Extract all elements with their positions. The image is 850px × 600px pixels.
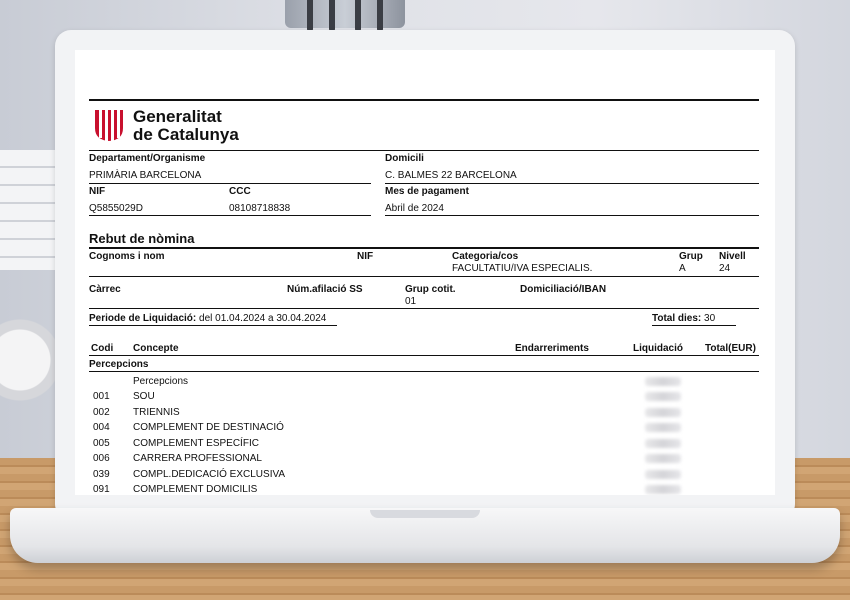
- laptop-screen: Generalitat de Catalunya Departament/Org…: [75, 50, 775, 495]
- redacted-amount: [645, 392, 681, 401]
- rebut-title: Rebut de nòmina: [89, 231, 195, 246]
- rule: [89, 247, 759, 249]
- logo-line-1: Generalitat: [133, 107, 222, 126]
- redacted-amount: [645, 407, 681, 417]
- laptop-notch: [370, 510, 480, 518]
- row-concept: SOU: [133, 391, 155, 402]
- rule: [89, 371, 759, 372]
- periode-row: Periode de Liquidació: del 01.04.2024 a …: [89, 313, 326, 324]
- rule: [89, 215, 371, 216]
- grup-label: Grup: [679, 251, 703, 262]
- subsection-percepcions: Percepcions: [133, 376, 189, 387]
- section-percepcions: Percepcions: [89, 359, 149, 370]
- logo-line-2: de Catalunya: [133, 125, 239, 144]
- dept-label: Departament/Organisme: [89, 153, 206, 164]
- keyboard: [0, 150, 60, 270]
- redacted-amount: [645, 423, 681, 432]
- ccc-value: 08108718838: [229, 203, 291, 214]
- redacted-amount: [645, 438, 681, 448]
- periode-label: Periode de Liquidació:: [89, 313, 197, 324]
- nif-value: Q5855029D: [89, 203, 143, 214]
- categoria-value: FACULTATIU/IVA ESPECIALIS.: [452, 263, 593, 274]
- rule: [385, 183, 759, 184]
- nif-col-label: NIF: [357, 251, 374, 262]
- col-header-codi: Codi: [91, 343, 114, 354]
- row-concept: TRIENNIS: [133, 406, 180, 418]
- redacted-amount: [645, 485, 681, 494]
- domicili-value: C. BALMES 22 BARCELONA: [385, 170, 517, 181]
- afiliacio-label: Núm.afilació SS: [287, 284, 363, 295]
- row-concept: COMPLEMENT DE DESTINACIÓ: [133, 422, 284, 433]
- redacted-amount: [645, 377, 681, 386]
- row-code: 091: [93, 484, 110, 495]
- domicili-label: Domicili: [385, 153, 424, 164]
- total-dies-label: Total dies:: [652, 313, 702, 324]
- pencil: [329, 0, 335, 32]
- grup-cotit-value: 01: [405, 296, 417, 307]
- rule: [385, 215, 759, 216]
- total-dies-value: 30: [704, 313, 716, 324]
- periode-value: del 01.04.2024 a 30.04.2024: [199, 313, 327, 324]
- row-code: 005: [93, 437, 110, 449]
- row-code: 039: [93, 468, 110, 480]
- dept-value: PRIMÀRIA BARCELONA: [89, 170, 202, 181]
- col-header-endarreriments: Endarreriments: [515, 343, 589, 354]
- row-code: 001: [93, 391, 110, 402]
- row-concept: CARRERA PROFESSIONAL: [133, 453, 262, 464]
- generalitat-logo-icon: [95, 110, 123, 141]
- top-rule: [89, 99, 759, 101]
- grup-cotit-label: Grup cotit.: [405, 284, 456, 295]
- cognoms-label: Cognoms i nom: [89, 251, 165, 262]
- row-code: 002: [93, 406, 110, 418]
- categoria-label: Categoria/cos: [452, 251, 519, 262]
- grup-value: A: [679, 263, 686, 274]
- header-rule: [89, 150, 759, 151]
- row-concept: COMPL.DEDICACIÓ EXCLUSIVA: [133, 468, 286, 480]
- redacted-amount: [645, 454, 681, 463]
- mes-label: Mes de pagament: [385, 186, 469, 197]
- row-code: 004: [93, 422, 110, 433]
- rule: [89, 308, 759, 309]
- mes-value: Abril de 2024: [385, 203, 444, 214]
- rule: [89, 355, 759, 356]
- rule: [89, 325, 337, 326]
- nivell-label: Nivell: [719, 251, 746, 262]
- row-concept: COMPLEMENT DOMICILIS: [133, 484, 258, 495]
- col-header-total: Total(EUR): [705, 343, 756, 354]
- ccc-label: CCC: [229, 186, 251, 197]
- pencil: [355, 0, 361, 32]
- col-header-liquidacio: Liquidació: [633, 343, 683, 354]
- rule: [89, 183, 371, 184]
- total-dies: Total dies: 30: [652, 313, 715, 324]
- row-concept: COMPLEMENT ESPECÍFIC: [133, 437, 259, 449]
- pencil-holder: [285, 0, 405, 32]
- row-code: 006: [93, 453, 110, 464]
- nivell-value: 24: [719, 263, 731, 274]
- iban-label: Domiciliació/IBAN: [520, 284, 607, 295]
- rule: [89, 276, 759, 277]
- carrec-label: Càrrec: [89, 284, 121, 295]
- pencil: [307, 0, 313, 32]
- col-header-concepte: Concepte: [133, 343, 179, 354]
- rule: [652, 325, 736, 326]
- redacted-amount: [645, 469, 681, 479]
- pencil: [377, 0, 383, 32]
- nif-label: NIF: [89, 186, 106, 197]
